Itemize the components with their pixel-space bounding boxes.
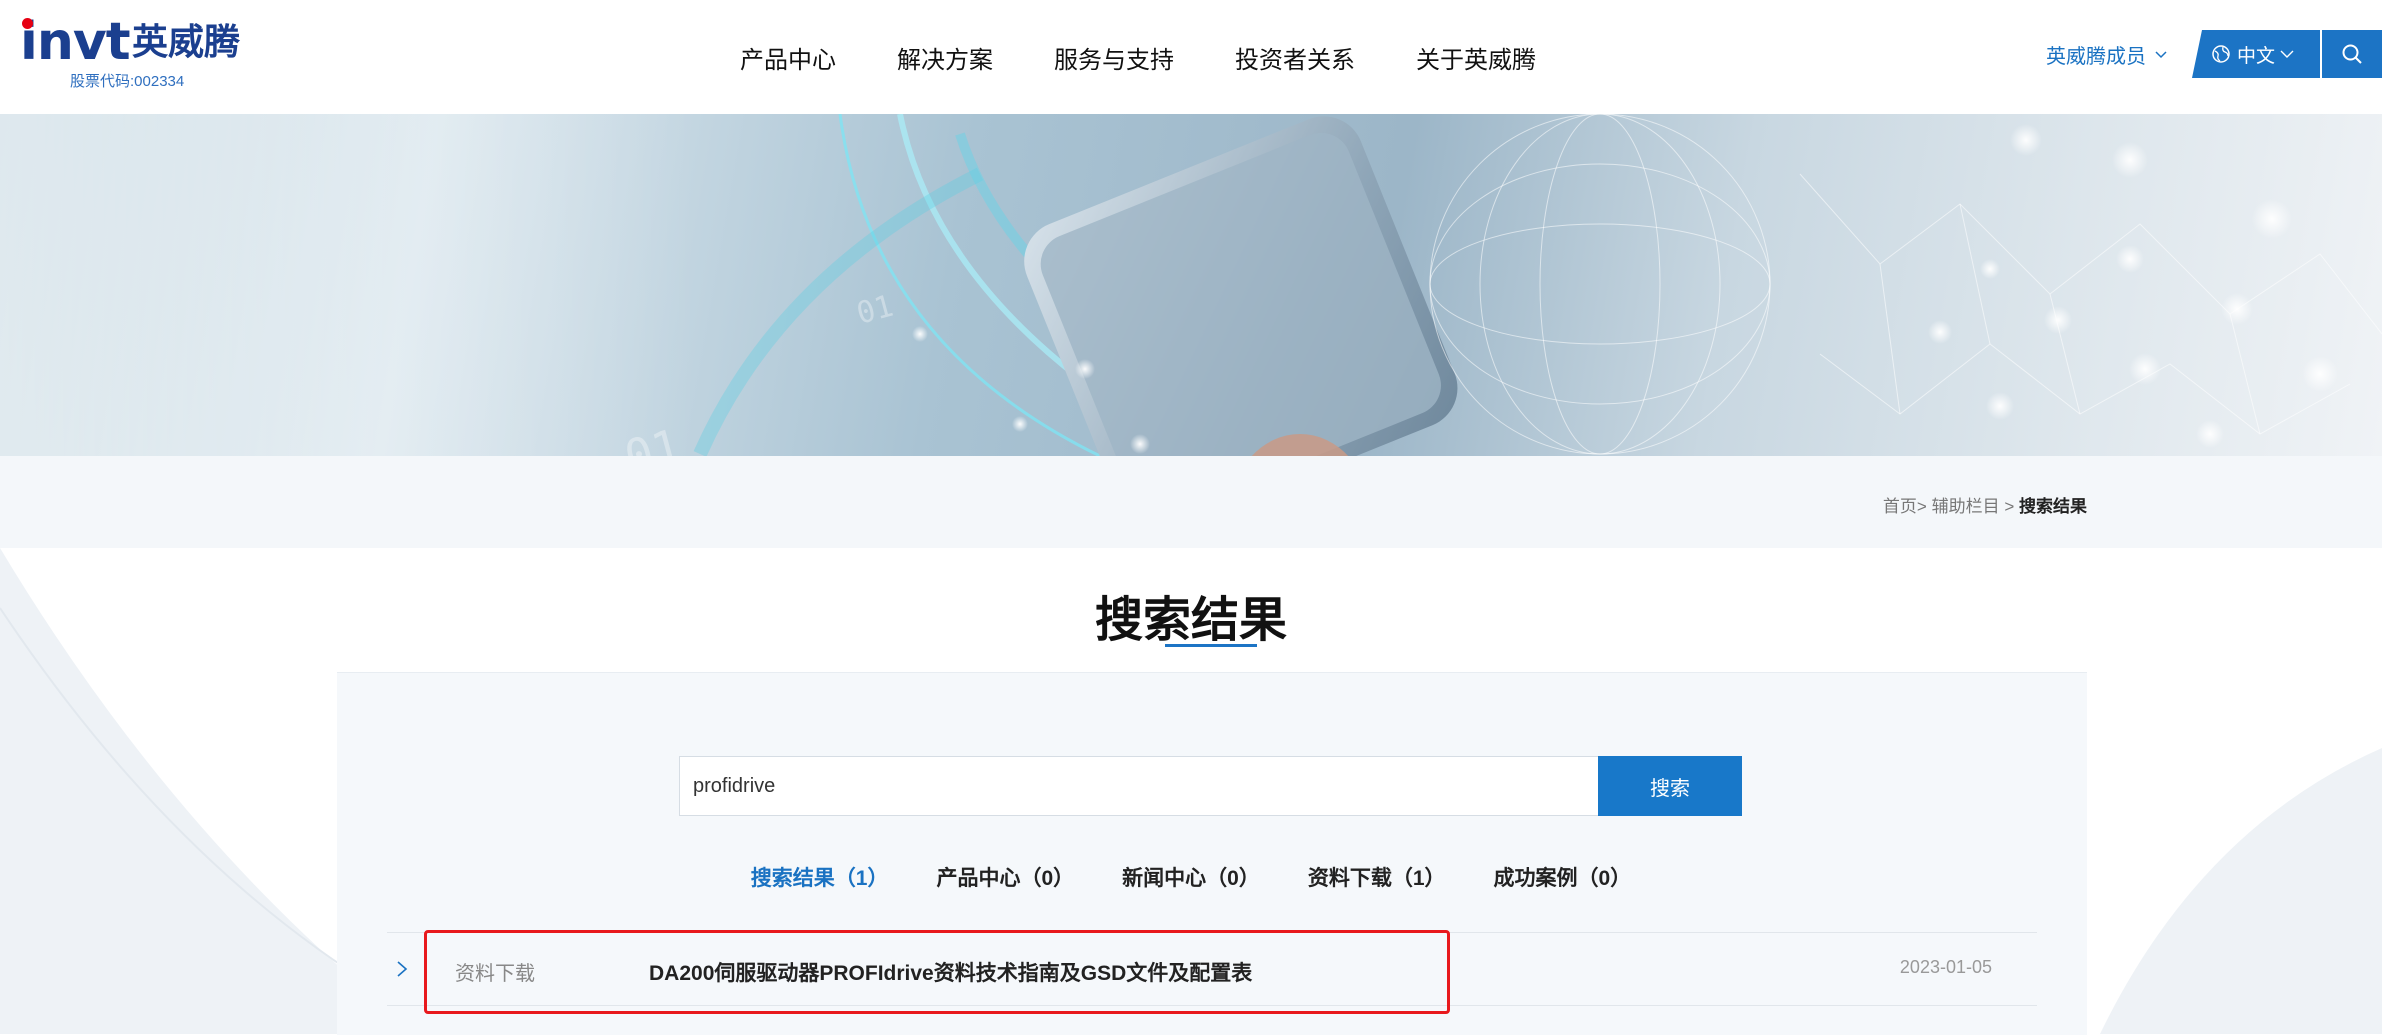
result-date: 2023-01-05 <box>1899 957 1992 977</box>
logo-chinese-name: 英威腾 <box>132 22 241 63</box>
banner-illustration: 01 01 <box>0 114 2382 456</box>
main-nav: 产品中心 解决方案 服务与支持 投资者关系 关于英威腾 <box>740 0 1536 114</box>
invt-logo[interactable]: invt 英威腾 股票代码:002334 <box>20 12 250 90</box>
chevron-right-icon <box>397 961 408 977</box>
member-dropdown[interactable]: 英威腾成员 <box>2046 40 2168 69</box>
svg-text:01: 01 <box>853 289 897 332</box>
language-label: 中文 <box>2236 45 2275 67</box>
search-input[interactable] <box>680 757 1598 815</box>
site-header: invt 英威腾 股票代码:002334 产品中心 解决方案 服务与支持 投资者… <box>0 0 2382 114</box>
logo-wordmark: invt <box>20 12 131 72</box>
logo-dot <box>22 18 33 29</box>
result-title[interactable]: DA200伺服驱动器PROFIdrive资料技术指南及GSD文件及配置表 <box>649 957 1252 987</box>
tab-cases[interactable]: 成功案例（0） <box>1494 862 1632 892</box>
nav-investor-relations[interactable]: 投资者关系 <box>1235 40 1355 75</box>
nav-solutions[interactable]: 解决方案 <box>897 40 993 75</box>
breadcrumb: 首页> 辅助栏目 > 搜索结果 <box>1883 492 2087 517</box>
language-switcher[interactable]: 中文 <box>2192 30 2320 78</box>
search-icon <box>2342 44 2362 64</box>
chevron-down-icon <box>2280 50 2294 58</box>
tab-downloads[interactable]: 资料下载（1） <box>1308 862 1446 892</box>
tab-all-results[interactable]: 搜索结果（1） <box>751 862 889 892</box>
header-search-button[interactable] <box>2322 30 2382 78</box>
nav-products[interactable]: 产品中心 <box>740 40 836 75</box>
result-category: 资料下载 <box>455 963 535 985</box>
hero-banner: 01 01 <box>0 114 2382 456</box>
title-underline <box>1165 644 1257 647</box>
result-item[interactable]: 资料下载 DA200伺服驱动器PROFIdrive资料技术指南及GSD文件及配置… <box>387 932 2037 1006</box>
member-label: 英威腾成员 <box>2046 46 2146 68</box>
tab-news[interactable]: 新闻中心（0） <box>1122 862 1260 892</box>
nav-about[interactable]: 关于英威腾 <box>1416 40 1536 75</box>
search-input-wrapper <box>679 756 1599 816</box>
breadcrumb-separator: > <box>2004 497 2015 516</box>
chevron-down-icon <box>2155 50 2167 58</box>
breadcrumb-home[interactable]: 首页> <box>1883 497 1927 516</box>
page-title: 搜索结果 <box>1094 592 1287 648</box>
globe-icon <box>2212 45 2230 63</box>
stock-code: 股票代码:002334 <box>70 73 185 90</box>
nav-service-support[interactable]: 服务与支持 <box>1054 40 1174 75</box>
breadcrumb-current: 搜索结果 <box>2019 497 2087 516</box>
breadcrumb-bar: 首页> 辅助栏目 > 搜索结果 <box>0 456 2382 549</box>
search-submit-button[interactable]: 搜索 <box>1598 756 1742 816</box>
breadcrumb-section[interactable]: 辅助栏目 <box>1932 497 2000 516</box>
tab-products[interactable]: 产品中心（0） <box>936 862 1074 892</box>
result-tabs: 搜索结果（1） 产品中心（0） 新闻中心（0） 资料下载（1） 成功案例（0） <box>0 862 2382 892</box>
